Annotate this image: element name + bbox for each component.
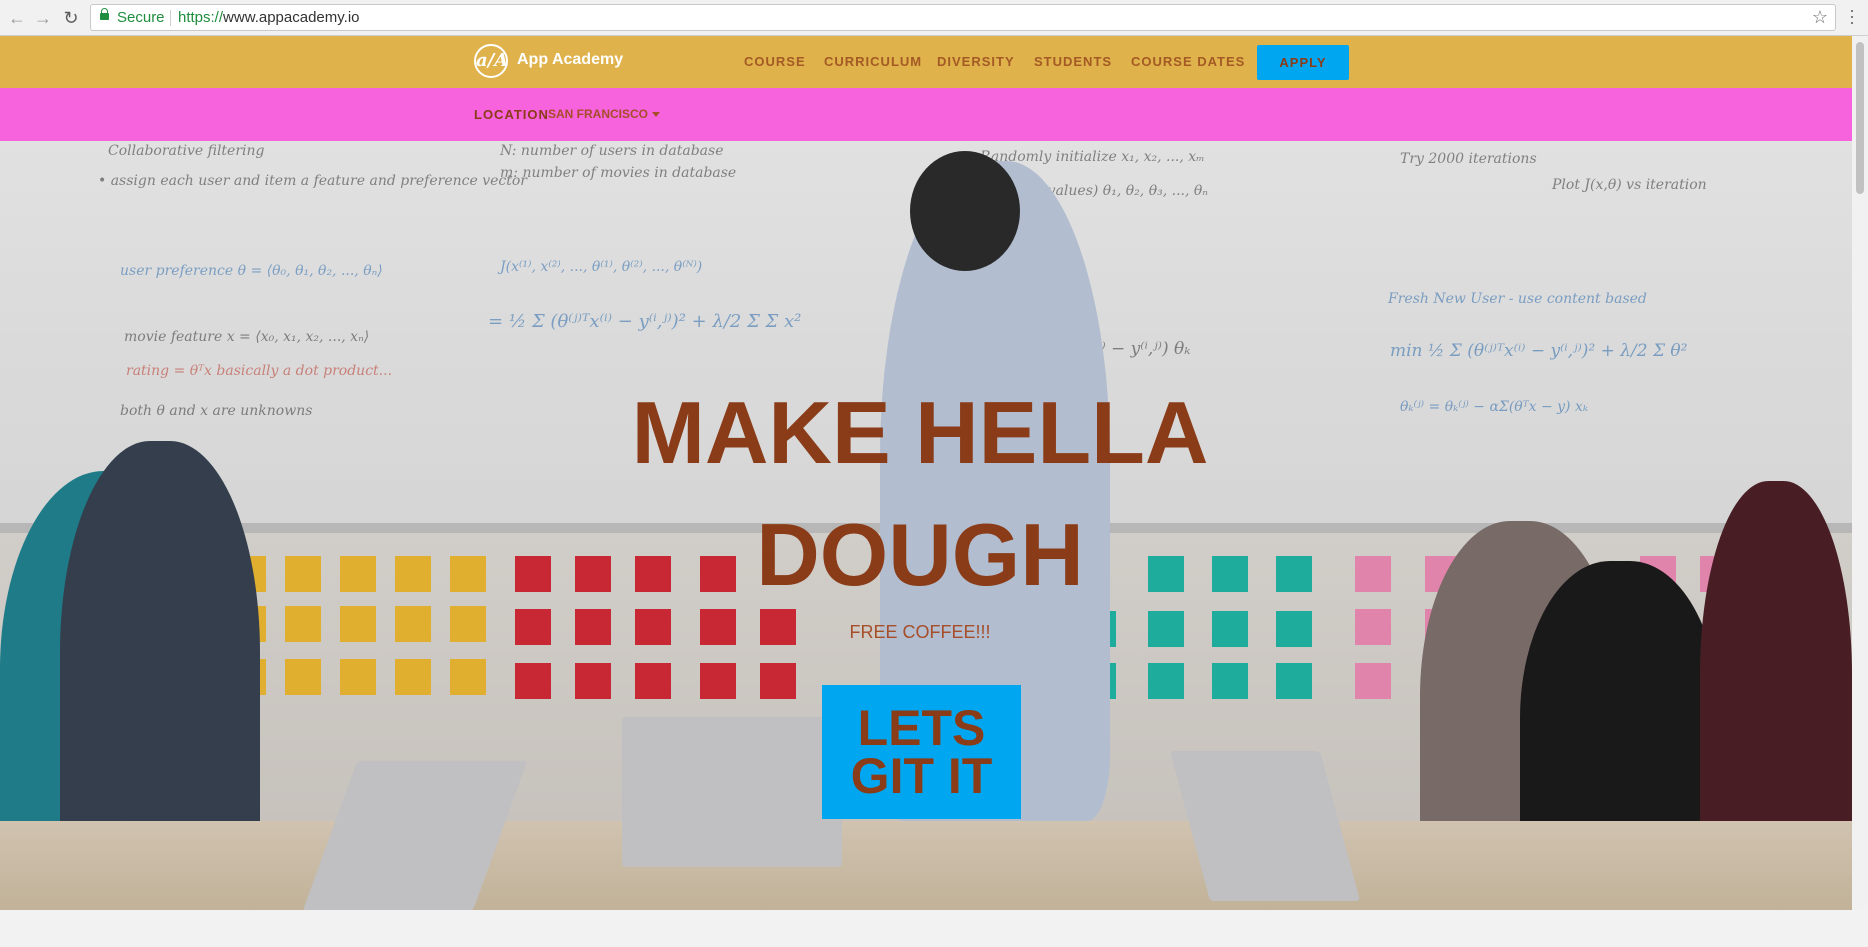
nav-course-dates[interactable]: COURSE DATES xyxy=(1131,54,1245,69)
scrollbar-thumb[interactable] xyxy=(1856,42,1864,194)
site-header: a/A App Academy COURSE CURRICULUM DIVERS… xyxy=(0,36,1852,88)
url-protocol: https:// xyxy=(178,9,224,26)
location-value: SAN FRANCISCO xyxy=(548,107,649,121)
menu-icon[interactable]: · · · xyxy=(1849,1,1855,31)
apply-button[interactable]: APPLY xyxy=(1257,45,1349,80)
url-host: www.appacademy.io xyxy=(223,9,360,26)
nav-curriculum[interactable]: CURRICULUM xyxy=(824,54,922,69)
location-bar: LOCATION SAN FRANCISCO xyxy=(0,88,1852,141)
nav-course[interactable]: COURSE xyxy=(744,54,806,69)
logo-mark[interactable]: a/A xyxy=(474,44,508,78)
lock-icon xyxy=(100,8,109,20)
page-scrollbar[interactable] xyxy=(1852,36,1868,910)
cta-button[interactable]: LETS GIT IT xyxy=(822,685,1021,819)
hero-section: Collaborative filtering • assign each us… xyxy=(0,141,1852,910)
location-dropdown[interactable]: SAN FRANCISCO xyxy=(548,107,661,121)
hero-subtext: FREE COFFEE!!! xyxy=(849,622,991,642)
browser-toolbar: ← → ↻ Secure https://www.appacademy.io ☆… xyxy=(0,0,1868,36)
star-icon[interactable]: ☆ xyxy=(1812,7,1828,28)
address-bar[interactable]: Secure https://www.appacademy.io ☆ xyxy=(90,4,1836,31)
reload-icon[interactable]: ↻ xyxy=(61,8,81,28)
logo-text[interactable]: App Academy xyxy=(517,51,623,69)
forward-icon[interactable]: → xyxy=(33,8,53,28)
hero-headline-line2: DOUGH xyxy=(756,505,1084,604)
nav-diversity[interactable]: DIVERSITY xyxy=(937,54,1015,69)
address-separator xyxy=(170,10,171,26)
secure-label: Secure xyxy=(117,9,165,26)
hero-headline-line1: MAKE HELLA xyxy=(631,383,1209,482)
nav-students[interactable]: STUDENTS xyxy=(1034,54,1112,69)
url-text[interactable]: https://www.appacademy.io xyxy=(178,9,360,26)
caret-down-icon xyxy=(652,112,661,118)
back-icon[interactable]: ← xyxy=(7,8,27,28)
location-label: LOCATION xyxy=(474,107,549,122)
cta-line2: GIT IT xyxy=(850,748,993,804)
cta-line1: LETS xyxy=(857,700,986,756)
